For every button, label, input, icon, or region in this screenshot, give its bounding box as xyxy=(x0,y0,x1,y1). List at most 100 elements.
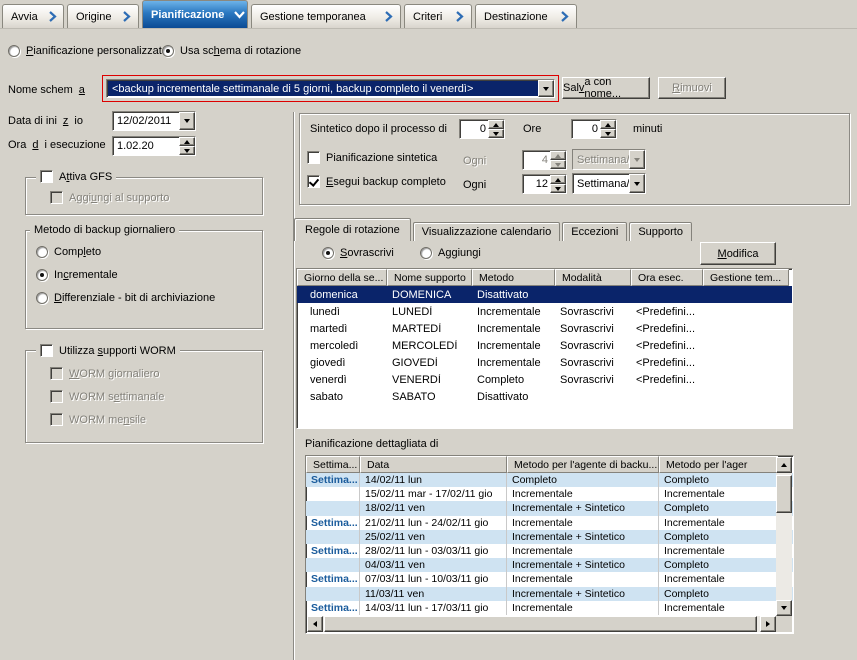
spinner-buttons[interactable] xyxy=(488,120,504,138)
tab-gestione-temporanea[interactable]: Gestione temporanea xyxy=(251,4,401,28)
full-backup-checkbox[interactable]: Esegui backup completo xyxy=(307,175,446,188)
rotation-row[interactable]: lunedìLUNEDÌIncrementaleSovrascrivi<Pred… xyxy=(297,303,792,320)
full-unit-select[interactable]: Settimana/ xyxy=(572,173,646,194)
schedule-row[interactable]: 04/03/11 venIncrementale + SinteticoComp… xyxy=(306,558,793,572)
scroll-right-icon[interactable] xyxy=(760,616,776,632)
worm-weekly-label: WORM settimanale xyxy=(69,391,164,403)
spinner-buttons[interactable] xyxy=(550,175,566,193)
vertical-scrollbar[interactable] xyxy=(776,457,792,616)
cell: Sovrascrivi xyxy=(555,340,631,352)
schedule-row[interactable]: Settima...14/03/11 lun - 17/03/11 gioInc… xyxy=(306,601,793,615)
gfs-checkbox[interactable]: Attiva GFS xyxy=(36,170,116,183)
cell: Completo xyxy=(472,374,555,386)
cell: Completo xyxy=(507,473,659,487)
column-header-metodo[interactable]: Metodo xyxy=(472,269,555,286)
schedule-row[interactable]: Settima...07/03/11 lun - 10/03/11 gioInc… xyxy=(306,572,793,586)
schedule-row[interactable]: Settima...14/02/11 lunCompletoCompleto xyxy=(306,473,793,487)
run-time-spinner[interactable]: 1.02.20 xyxy=(112,136,196,156)
edit-button[interactable]: Modifica xyxy=(700,242,776,265)
spinner-up-icon[interactable] xyxy=(550,175,566,184)
cell: Incrementale xyxy=(659,544,778,558)
column-header-metodo-agente[interactable]: Metodo per l'agente di backu... xyxy=(507,456,659,473)
rotation-row[interactable]: sabatoSABATODisattivato xyxy=(297,388,792,405)
rotation-row[interactable]: domenicaDOMENICADisattivato xyxy=(297,286,792,303)
tab-pianificazione[interactable]: Pianificazione xyxy=(142,0,248,28)
schedule-row[interactable]: 15/02/11 mar - 17/02/11 gioIncrementaleI… xyxy=(306,487,793,501)
schedule-row[interactable]: Settima...28/02/11 lun - 03/03/11 gioInc… xyxy=(306,544,793,558)
scroll-left-icon[interactable] xyxy=(307,616,323,632)
worm-checkbox[interactable]: Utilizza supporti WORM xyxy=(36,344,180,357)
highlight-box: <backup incrementale settimanale di 5 gi… xyxy=(102,75,559,102)
column-header-settimana[interactable]: Settima... xyxy=(306,456,360,473)
cell: Incrementale + Sintetico xyxy=(507,587,659,601)
tab-visualizzazione-calendario[interactable]: Visualizzazione calendario xyxy=(413,222,560,241)
dropdown-arrow-icon[interactable] xyxy=(179,112,195,130)
append-radio[interactable]: Aggiungi xyxy=(420,247,481,259)
rotation-row[interactable]: martedìMARTEDÌIncrementaleSovrascrivi<Pr… xyxy=(297,320,792,337)
synthetic-schedule-checkbox[interactable]: Pianificazione sintetica xyxy=(307,151,437,164)
cell: Incrementale xyxy=(507,516,659,530)
time-spinner-buttons[interactable] xyxy=(179,137,195,155)
tab-supporto[interactable]: Supporto xyxy=(629,222,692,241)
tab-eccezioni[interactable]: Eccezioni xyxy=(562,222,627,241)
tab-destinazione[interactable]: Destinazione xyxy=(475,4,577,28)
scrollbar-thumb[interactable] xyxy=(776,475,792,513)
rotation-scheme-radio[interactable]: Usa schema di rotazione xyxy=(162,45,301,57)
horizontal-scrollbar[interactable] xyxy=(307,616,776,632)
spinner-down-icon[interactable] xyxy=(600,129,616,138)
start-date-select[interactable]: 12/02/2011 xyxy=(112,111,196,131)
custom-plan-radio[interactable]: Pianificazione personalizzata xyxy=(8,45,168,57)
method-incrementale-radio[interactable]: Incrementale xyxy=(36,269,118,281)
tab-regole-di-rotazione[interactable]: Regole di rotazione xyxy=(294,218,411,241)
tab-label: Avvia xyxy=(11,11,38,23)
method-completo-radio[interactable]: Completo xyxy=(36,246,101,258)
schedule-row[interactable]: 11/03/11 venIncrementale + SinteticoComp… xyxy=(306,587,793,601)
schedule-row[interactable]: Settima...21/02/11 lun - 24/02/11 gioInc… xyxy=(306,516,793,530)
spinner-down-icon[interactable] xyxy=(179,146,195,155)
rotation-row[interactable]: venerdìVENERDÌCompletoSovrascrivi<Predef… xyxy=(297,371,792,388)
tab-origine[interactable]: Origine xyxy=(67,4,139,28)
full-every-value: 12 xyxy=(523,175,550,193)
spinner-up-icon[interactable] xyxy=(179,137,195,146)
remove-button: Rimuovi xyxy=(658,77,726,99)
synthetic-minutes-spinner[interactable]: 0 xyxy=(571,119,617,139)
column-header-modalita[interactable]: Modalità xyxy=(555,269,631,286)
method-differenziale-radio[interactable]: Differenziale - bit di archiviazione xyxy=(36,292,215,304)
tab-criteri[interactable]: Criteri xyxy=(404,4,472,28)
spinner-up-icon[interactable] xyxy=(600,120,616,129)
overwrite-radio[interactable]: Sovrascrivi xyxy=(322,247,394,259)
column-header-gestione[interactable]: Gestione tem... xyxy=(703,269,789,286)
tab-label: Origine xyxy=(76,11,111,23)
rotation-row[interactable]: giovedìGIOVEDÌIncrementaleSovrascrivi<Pr… xyxy=(297,354,792,371)
cell xyxy=(306,558,360,572)
rotation-row[interactable]: mercoledìMERCOLEDÌIncrementaleSovrascriv… xyxy=(297,337,792,354)
cell: Settima... xyxy=(306,473,360,487)
column-header-metodo-ager[interactable]: Metodo per l'ager xyxy=(659,456,778,473)
column-header-ora-esec[interactable]: Ora esec. xyxy=(631,269,703,286)
cell: Incrementale + Sintetico xyxy=(507,501,659,515)
spinner-buttons[interactable] xyxy=(600,120,616,138)
column-header-nome-supporto[interactable]: Nome supporto xyxy=(387,269,472,286)
cell: <Predefini... xyxy=(631,357,703,369)
detail-schedule-table: Settima... Data Metodo per l'agente di b… xyxy=(305,455,794,634)
schedule-row[interactable]: 25/02/11 venIncrementale + SinteticoComp… xyxy=(306,530,793,544)
scroll-down-icon[interactable] xyxy=(776,600,792,616)
dropdown-arrow-icon[interactable] xyxy=(629,174,645,193)
schedule-row[interactable]: 18/02/11 venIncrementale + SinteticoComp… xyxy=(306,501,793,515)
spinner-down-icon[interactable] xyxy=(488,129,504,138)
spinner-down-icon[interactable] xyxy=(550,184,566,193)
save-as-button[interactable]: Salva con nome... xyxy=(562,77,650,99)
dropdown-arrow-icon[interactable] xyxy=(538,80,554,97)
tab-avvia[interactable]: Avvia xyxy=(2,4,64,28)
synthetic-unit-select: Settimana/ xyxy=(572,149,646,170)
scheme-select[interactable]: <backup incrementale settimanale di 5 gi… xyxy=(106,79,555,98)
full-every-spinner[interactable]: 12 xyxy=(522,174,567,194)
column-header-data[interactable]: Data xyxy=(360,456,507,473)
scrollbar-thumb[interactable] xyxy=(324,616,757,632)
synthetic-hours-spinner[interactable]: 0 xyxy=(459,119,505,139)
column-header-giorno[interactable]: Giorno della se... xyxy=(297,269,387,286)
scroll-up-icon[interactable] xyxy=(776,457,792,473)
spinner-up-icon[interactable] xyxy=(488,120,504,129)
custom-plan-label: Pianificazione personalizzata xyxy=(26,45,168,57)
cell: Incrementale xyxy=(659,572,778,586)
